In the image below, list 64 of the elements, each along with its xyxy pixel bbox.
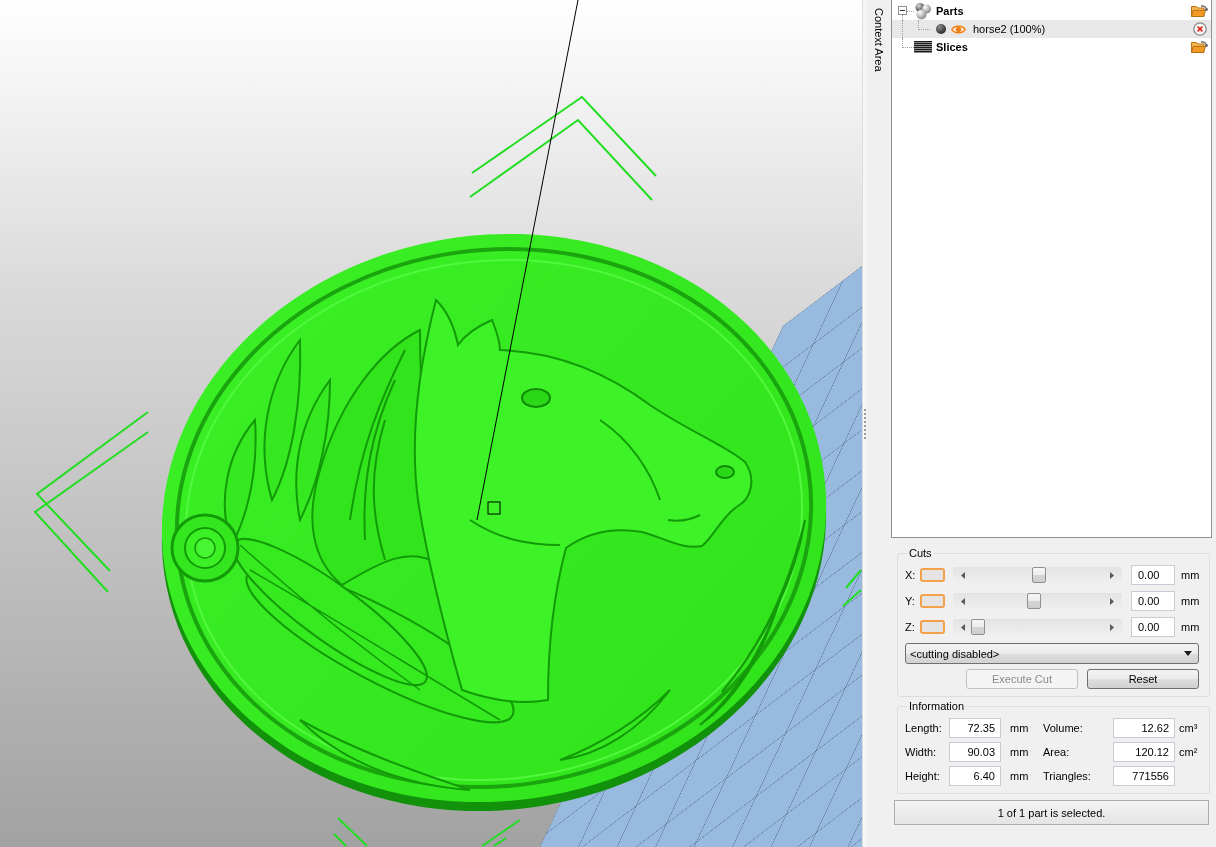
left-arrow-icon[interactable] <box>961 624 965 631</box>
field-label: Volume: <box>1043 722 1083 734</box>
unit-label: mm <box>1181 569 1200 581</box>
unit-label: mm <box>1010 770 1029 782</box>
slider-thumb[interactable] <box>1027 593 1042 609</box>
value-field[interactable]: 771556 <box>1113 766 1175 786</box>
left-arrow-icon[interactable] <box>961 572 965 579</box>
selection-bracket <box>481 819 521 847</box>
right-arrow-icon[interactable] <box>1110 598 1114 605</box>
value-field[interactable]: 120.12 <box>1113 742 1175 762</box>
sphere-icon <box>936 24 946 34</box>
axis-label: X: <box>905 569 917 581</box>
group-title: Cuts <box>908 546 933 560</box>
field-label: Height: <box>905 770 940 782</box>
spheres-icon <box>914 2 932 20</box>
right-arrow-icon[interactable] <box>1110 624 1114 631</box>
tree-connector-line <box>918 20 930 30</box>
square-marker-icon <box>487 501 501 515</box>
left-arrow-icon[interactable] <box>961 598 965 605</box>
tree-expander-toggle[interactable] <box>898 6 907 15</box>
caret-icon <box>1184 651 1192 656</box>
unit-label: mm <box>1010 722 1029 734</box>
tree-item[interactable]: Slices <box>892 38 1211 56</box>
folder-icon[interactable] <box>1191 40 1208 54</box>
unit-label: mm <box>1181 621 1200 633</box>
slider-track[interactable] <box>953 567 1122 583</box>
eye-icon[interactable] <box>951 23 966 35</box>
value-field[interactable]: 0.00 <box>1131 617 1175 637</box>
value-field[interactable]: 90.03 <box>949 742 1001 762</box>
selection-bracket <box>333 817 368 847</box>
axis-label: Z: <box>905 621 916 633</box>
folder-icon[interactable] <box>1191 4 1208 18</box>
horizontal-lines-icon <box>914 41 932 53</box>
status-bar: 1 of 1 part is selected. <box>894 800 1209 825</box>
tree-item[interactable]: horse2 (100%) <box>892 20 1211 38</box>
value-field[interactable]: 12.62 <box>1113 718 1175 738</box>
unit-label: cm³ <box>1179 722 1198 734</box>
field-label: Area: <box>1043 746 1070 758</box>
field-label: Width: <box>905 746 937 758</box>
slider-thumb[interactable] <box>1032 567 1047 583</box>
value-field[interactable]: 0.00 <box>1131 591 1175 611</box>
slider-track[interactable] <box>953 593 1122 609</box>
selection-bracket <box>842 569 862 607</box>
context-area-tab[interactable]: Context Area <box>871 8 885 72</box>
value-field[interactable]: 6.40 <box>949 766 1001 786</box>
field-label: Length: <box>905 722 942 734</box>
axis-toggle-button[interactable] <box>920 620 945 634</box>
slider-thumb[interactable] <box>971 619 986 635</box>
slider-track[interactable] <box>953 619 1122 635</box>
field-label: Triangles: <box>1043 770 1091 782</box>
group-title: Information <box>908 699 966 713</box>
value-field[interactable]: 0.00 <box>1131 565 1175 585</box>
value-field[interactable]: 72.35 <box>949 718 1001 738</box>
right-arrow-icon[interactable] <box>1110 572 1114 579</box>
splitter-handle[interactable] <box>862 0 866 847</box>
cutting-mode-dropdown[interactable]: <cutting disabled> <box>905 643 1199 664</box>
axis-toggle-button[interactable] <box>920 568 945 582</box>
close-icon[interactable] <box>1193 22 1207 36</box>
unit-label: mm <box>1181 595 1200 607</box>
reset-button[interactable]: Reset <box>1087 669 1199 689</box>
axis-toggle-button[interactable] <box>920 594 945 608</box>
unit-label: cm² <box>1179 746 1198 758</box>
axis-label: Y: <box>905 595 916 607</box>
unit-label: mm <box>1010 746 1029 758</box>
